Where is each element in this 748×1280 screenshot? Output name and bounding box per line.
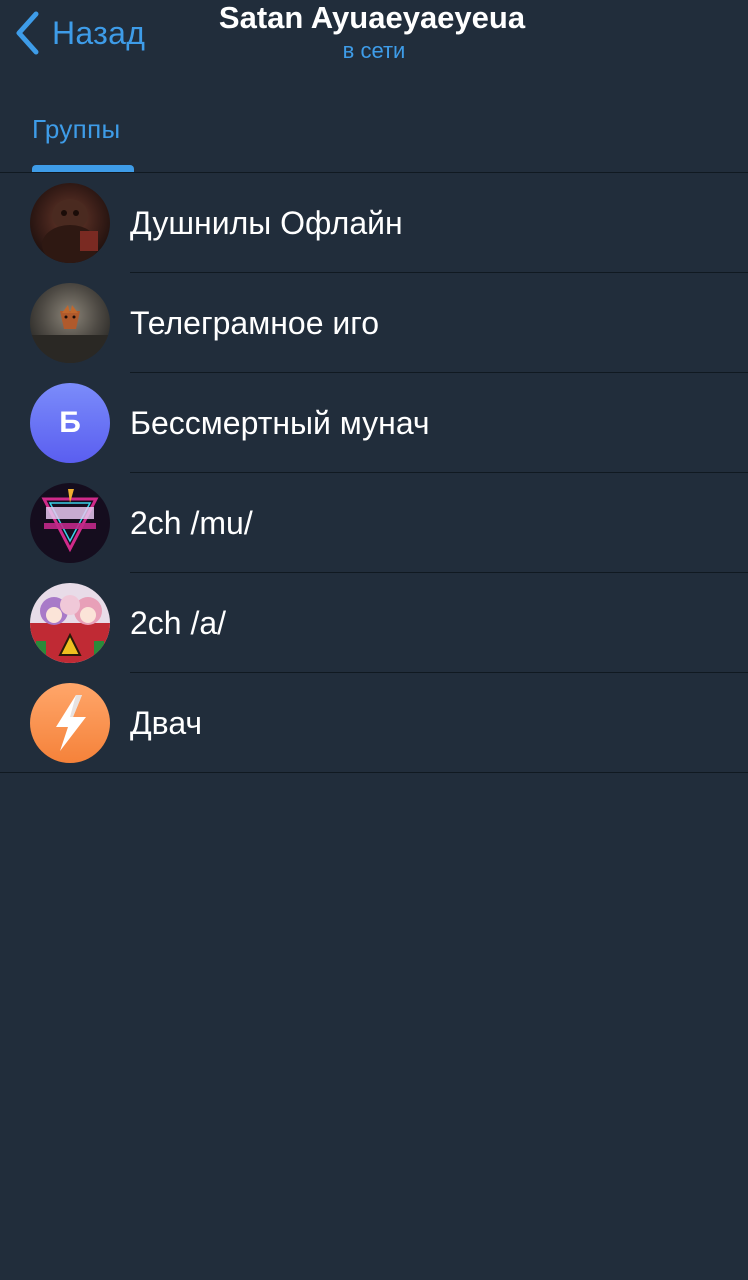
- list-item[interactable]: Душнилы Офлайн: [0, 173, 748, 273]
- lightning-icon: [30, 683, 110, 763]
- divider: [0, 772, 748, 773]
- tab-groups[interactable]: Группы: [32, 86, 120, 172]
- group-name: Двач: [130, 705, 203, 741]
- list-item[interactable]: Б Бессмертный мунач: [0, 373, 748, 473]
- avatar-letter: Б: [59, 406, 81, 439]
- tab-label: Группы: [32, 113, 121, 144]
- tab-bar: Группы: [0, 86, 748, 173]
- avatar: [30, 583, 110, 663]
- list-item[interactable]: 2ch /a/: [0, 573, 748, 673]
- avatar: [30, 683, 110, 763]
- active-tab-indicator: [32, 165, 134, 172]
- group-name: 2ch /mu/: [130, 505, 253, 541]
- group-name: Телеграмное иго: [130, 305, 380, 341]
- groups-list: Душнилы Офлайн Телеграмное иго Б Бессмер…: [0, 173, 748, 773]
- avatar: [30, 183, 110, 263]
- list-item[interactable]: Двач: [0, 673, 748, 773]
- avatar: Б: [30, 383, 110, 463]
- list-item[interactable]: Телеграмное иго: [0, 273, 748, 373]
- title-block: Satan Ayuaeyaeyeua в сети: [0, 0, 748, 66]
- group-name: Бессмертный мунач: [130, 405, 430, 441]
- online-status: в сети: [342, 38, 406, 63]
- list-item[interactable]: 2ch /mu/: [0, 473, 748, 573]
- group-name: Душнилы Офлайн: [130, 205, 403, 241]
- avatar: [30, 483, 110, 563]
- navigation-bar: Назад Satan Ayuaeyaeyeua в сети: [0, 0, 748, 86]
- avatar: [30, 283, 110, 363]
- group-name: 2ch /a/: [130, 605, 227, 641]
- page-title: Satan Ayuaeyaeyeua: [218, 0, 526, 35]
